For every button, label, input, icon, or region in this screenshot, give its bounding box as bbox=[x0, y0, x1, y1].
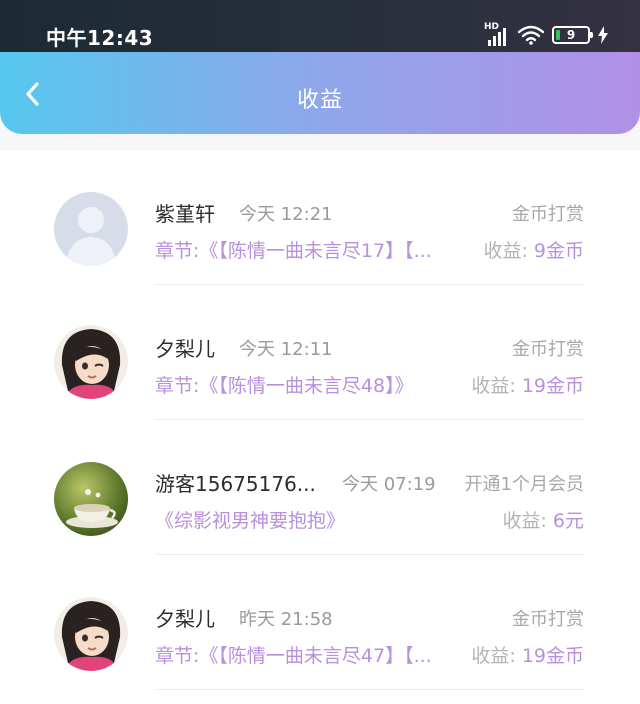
avatar bbox=[54, 462, 128, 536]
battery-icon: 9 bbox=[552, 26, 593, 44]
divider bbox=[155, 689, 584, 690]
battery-level: 9 bbox=[566, 28, 576, 42]
chapter-title: 章节:《【陈情一曲未言尽48】》 bbox=[155, 375, 414, 397]
chapter-title: 章节:《【陈情一曲未言尽17】【... bbox=[155, 240, 432, 262]
record-type: 金币打赏 bbox=[512, 204, 584, 225]
anime-girl-avatar-icon bbox=[54, 325, 128, 399]
record-time: 今天 12:21 bbox=[239, 204, 333, 225]
record-time: 昨天 21:58 bbox=[239, 609, 333, 630]
avatar bbox=[54, 325, 128, 399]
income-list: 紫堇轩 今天 12:21 金币打赏 章节:《【陈情一曲未言尽17】【... 收益… bbox=[0, 150, 640, 704]
avatar bbox=[54, 192, 128, 266]
avatar bbox=[54, 597, 128, 671]
list-item[interactable]: 夕梨儿 昨天 21:58 金币打赏 章节:《【陈情一曲未言尽47】【... 收益… bbox=[0, 555, 640, 690]
anime-girl-avatar-icon bbox=[54, 597, 128, 671]
income-amount: 收益: 9金币 bbox=[483, 236, 584, 263]
record-time: 今天 07:19 bbox=[342, 474, 436, 495]
record-type: 金币打赏 bbox=[512, 609, 584, 630]
income-value: 9金币 bbox=[533, 240, 584, 262]
income-label: 收益: bbox=[502, 510, 553, 532]
income-amount: 收益: 19金币 bbox=[471, 641, 584, 668]
status-time: 中午12:43 bbox=[46, 26, 154, 50]
record-time: 今天 12:11 bbox=[239, 339, 333, 360]
income-label: 收益: bbox=[471, 645, 522, 667]
record-type: 金币打赏 bbox=[512, 339, 584, 360]
default-avatar-icon bbox=[54, 192, 128, 266]
income-label: 收益: bbox=[471, 375, 522, 397]
income-label: 收益: bbox=[483, 240, 534, 262]
list-item[interactable]: 游客15675176... 今天 07:19 开通1个月会员 《综影视男神要抱抱… bbox=[0, 420, 640, 555]
teacup-avatar-icon bbox=[54, 462, 128, 536]
user-name: 夕梨儿 bbox=[155, 607, 215, 631]
list-item[interactable]: 夕梨儿 今天 12:11 金币打赏 章节:《【陈情一曲未言尽48】》 收益: 1… bbox=[0, 285, 640, 420]
wifi-icon bbox=[518, 25, 544, 45]
user-name: 紫堇轩 bbox=[155, 202, 215, 226]
income-amount: 收益: 6元 bbox=[502, 506, 584, 533]
signal-icon: HD bbox=[484, 22, 510, 46]
income-amount: 收益: 19金币 bbox=[471, 371, 584, 398]
income-value: 6元 bbox=[552, 510, 584, 532]
income-value: 19金币 bbox=[521, 645, 584, 667]
page-title: 收益 bbox=[296, 88, 343, 113]
record-type: 开通1个月会员 bbox=[464, 474, 584, 495]
chapter-title: 《综影视男神要抱抱》 bbox=[155, 510, 346, 532]
list-item[interactable]: 紫堇轩 今天 12:21 金币打赏 章节:《【陈情一曲未言尽17】【... 收益… bbox=[0, 150, 640, 285]
chapter-title: 章节:《【陈情一曲未言尽47】【... bbox=[155, 645, 432, 667]
user-name: 游客15675176... bbox=[155, 472, 316, 496]
header-bar: 收益 bbox=[0, 52, 640, 134]
user-name: 夕梨儿 bbox=[155, 337, 215, 361]
income-value: 19金币 bbox=[521, 375, 584, 397]
charging-bolt-icon bbox=[598, 26, 608, 44]
status-icons: HD 9 bbox=[484, 22, 608, 48]
